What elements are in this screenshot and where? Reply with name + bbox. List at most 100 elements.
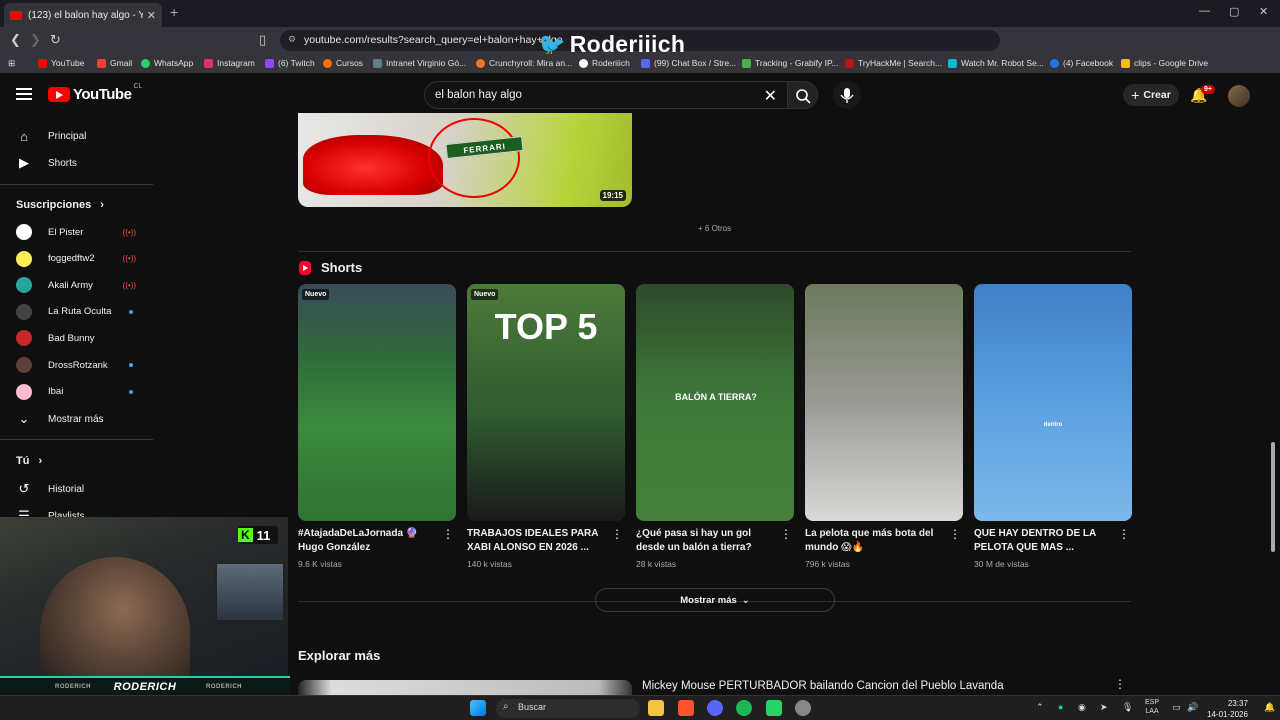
- short-thumbnail[interactable]: Nuevo: [298, 284, 456, 521]
- bookmark-item[interactable]: Crunchyroll: Mira an...: [476, 58, 572, 68]
- subscription-item[interactable]: Bad Bunny: [16, 330, 138, 347]
- system-clock[interactable]: 23:37 14-01-2026: [1207, 698, 1248, 720]
- microphone-tray-icon[interactable]: 🎙: [1122, 702, 1133, 713]
- bookmark-item[interactable]: Watch Mr. Robot Se...: [948, 58, 1044, 68]
- forward-icon[interactable]: ❯: [30, 32, 41, 48]
- spotify-icon[interactable]: [736, 700, 752, 716]
- short-card[interactable]: Nuevo TOP 5 TRABAJOS IDEALES PARA XABI ALO…: [467, 284, 625, 569]
- bookmark-item[interactable]: Roderiiich: [579, 58, 630, 68]
- video-thumbnail[interactable]: FERRARI 19:15: [298, 113, 632, 207]
- clear-search-icon[interactable]: ✕: [764, 86, 777, 106]
- search-button[interactable]: [788, 81, 818, 109]
- more-options-icon[interactable]: ⋮: [1114, 677, 1126, 691]
- search-input[interactable]: el balon hay algo ✕: [424, 81, 788, 109]
- short-card[interactable]: BALÓN A TIERRA? ¿Qué pasa si hay un gol d…: [636, 284, 794, 569]
- youtube-logo[interactable]: YouTube CL: [48, 83, 142, 103]
- file-explorer-icon[interactable]: [648, 700, 664, 716]
- more-options-icon[interactable]: ⋮: [442, 527, 454, 541]
- short-thumbnail[interactable]: [805, 284, 963, 521]
- more-results-link[interactable]: + 6 Otros: [698, 224, 731, 233]
- sidebar-item-historial[interactable]: ↺ Historial: [16, 481, 85, 497]
- subscriptions-header[interactable]: Suscripciones ›: [16, 199, 104, 211]
- tray-app-icon[interactable]: ●: [1058, 702, 1063, 712]
- windows-start-icon[interactable]: [470, 700, 486, 716]
- short-title[interactable]: ¿Qué pasa si hay un gol desde un balón a…: [636, 527, 794, 557]
- subscription-item[interactable]: La Ruta Oculta: [16, 303, 138, 320]
- subscription-item[interactable]: DrossRotzank: [16, 357, 138, 373]
- short-title[interactable]: QUE HAY DENTRO DE LA PELOTA QUE MAS ...: [974, 527, 1132, 557]
- close-window-icon[interactable]: ✕: [1259, 5, 1268, 18]
- short-card[interactable]: Nuevo #AtajadaDeLaJornada 🔮 Hugo González…: [298, 284, 456, 569]
- short-title[interactable]: #AtajadaDeLaJornada 🔮 Hugo González: [298, 527, 456, 557]
- volume-icon[interactable]: 🔊: [1187, 702, 1198, 713]
- more-options-icon[interactable]: ⋮: [949, 527, 961, 541]
- bookmark-item[interactable]: Gmail: [97, 58, 132, 68]
- short-card[interactable]: dentro QUE HAY DENTRO DE LA PELOTA QUE MA…: [974, 284, 1132, 569]
- short-title[interactable]: La pelota que más bota del mundo 😱🔥: [805, 527, 963, 557]
- short-thumbnail[interactable]: dentro: [974, 284, 1132, 521]
- bookmark-item[interactable]: clips - Google Drive: [1121, 58, 1208, 68]
- more-options-icon[interactable]: ⋮: [1118, 527, 1130, 541]
- hamburger-menu-icon[interactable]: [16, 88, 32, 100]
- close-tab-icon[interactable]: ✕: [147, 9, 156, 22]
- bookmark-item[interactable]: Tracking - Grabify IP...: [742, 58, 839, 68]
- back-icon[interactable]: ❮: [10, 32, 21, 48]
- explore-more-header: Explorar más: [298, 648, 381, 663]
- bookmark-item[interactable]: Intranet Virginio Gó...: [373, 58, 466, 68]
- obs-icon[interactable]: [795, 700, 811, 716]
- channel-avatar: [16, 330, 32, 347]
- sidebar-item-shorts[interactable]: ▶ Shorts: [16, 155, 77, 171]
- new-tab-icon[interactable]: +: [170, 4, 178, 20]
- tray-app-icon[interactable]: ◉: [1078, 702, 1086, 713]
- subscription-item[interactable]: El Pister ((•)): [16, 224, 138, 240]
- short-thumbnail[interactable]: BALÓN A TIERRA?: [636, 284, 794, 521]
- subscription-item[interactable]: foggedftw2 ((•)): [16, 250, 138, 267]
- bookmark-item[interactable]: Instagram: [204, 58, 255, 68]
- bookmark-item[interactable]: (99) Chat Box / Stre...: [641, 58, 736, 68]
- subscription-item[interactable]: Ibai: [16, 383, 138, 400]
- video-title[interactable]: Mickey Mouse PERTURBADOR bailando Cancio…: [642, 680, 1004, 692]
- reload-icon[interactable]: ↻: [50, 32, 61, 48]
- minimize-icon[interactable]: —: [1199, 5, 1210, 17]
- bookmark-item[interactable]: (6) Twitch: [265, 58, 315, 68]
- subscription-item[interactable]: Akali Army ((•)): [16, 277, 138, 294]
- sidebar-item-principal[interactable]: ⌂ Principal: [16, 128, 86, 144]
- more-options-icon[interactable]: ⋮: [611, 527, 623, 541]
- bookmark-item[interactable]: WhatsApp: [141, 58, 193, 68]
- create-button[interactable]: + Crear: [1123, 84, 1179, 106]
- notifications-tray-icon[interactable]: 🔔: [1264, 702, 1275, 713]
- taskbar-search[interactable]: ⌕ Buscar: [496, 699, 640, 718]
- short-title[interactable]: TRABAJOS IDEALES PARA XABI ALONSO EN 202…: [467, 527, 625, 557]
- short-thumbnail[interactable]: Nuevo TOP 5: [467, 284, 625, 521]
- whatsapp-icon: [141, 58, 150, 68]
- maximize-icon[interactable]: ▢: [1229, 5, 1239, 18]
- bookmark-icon[interactable]: ▯: [259, 32, 266, 48]
- apps-grid-icon[interactable]: ⊞: [8, 58, 15, 69]
- more-options-icon[interactable]: ⋮: [780, 527, 792, 541]
- language-indicator[interactable]: ESP LAA: [1145, 698, 1159, 716]
- account-avatar[interactable]: [1228, 85, 1250, 107]
- show-more-subscriptions[interactable]: ⌄ Mostrar más: [16, 411, 104, 427]
- bookmark-item[interactable]: Cursos: [323, 58, 363, 68]
- bookmark-item[interactable]: YouTube: [38, 58, 84, 68]
- voice-search-button[interactable]: [833, 81, 861, 109]
- browser-tab[interactable]: (123) el balon hay algo - YouTube ✕: [4, 3, 162, 27]
- channel-avatar: [16, 277, 32, 294]
- bookmark-item[interactable]: (4) Facebook: [1050, 58, 1113, 68]
- bookmark-item[interactable]: TryHackMe | Search...: [845, 58, 942, 68]
- site-info-icon[interactable]: ⚙: [288, 34, 296, 45]
- instagram-icon: [204, 58, 213, 68]
- tray-app-icon[interactable]: ➤: [1100, 702, 1108, 713]
- you-header[interactable]: Tú ›: [16, 455, 42, 467]
- tray-chevron-icon[interactable]: ⌃: [1036, 702, 1044, 713]
- channel-name: Ibai: [48, 386, 64, 398]
- show-more-button[interactable]: Mostrar más ⌄: [595, 588, 835, 612]
- scrollbar[interactable]: [1271, 442, 1275, 552]
- whatsapp-icon[interactable]: [766, 700, 782, 716]
- monitor-icon[interactable]: ▭: [1172, 702, 1181, 713]
- channel-name: Akali Army: [48, 279, 93, 291]
- discord-icon[interactable]: [707, 700, 723, 716]
- video-thumbnail[interactable]: [298, 680, 632, 695]
- brave-browser-icon[interactable]: [678, 700, 694, 716]
- short-card[interactable]: La pelota que más bota del mundo 😱🔥 796 k…: [805, 284, 963, 569]
